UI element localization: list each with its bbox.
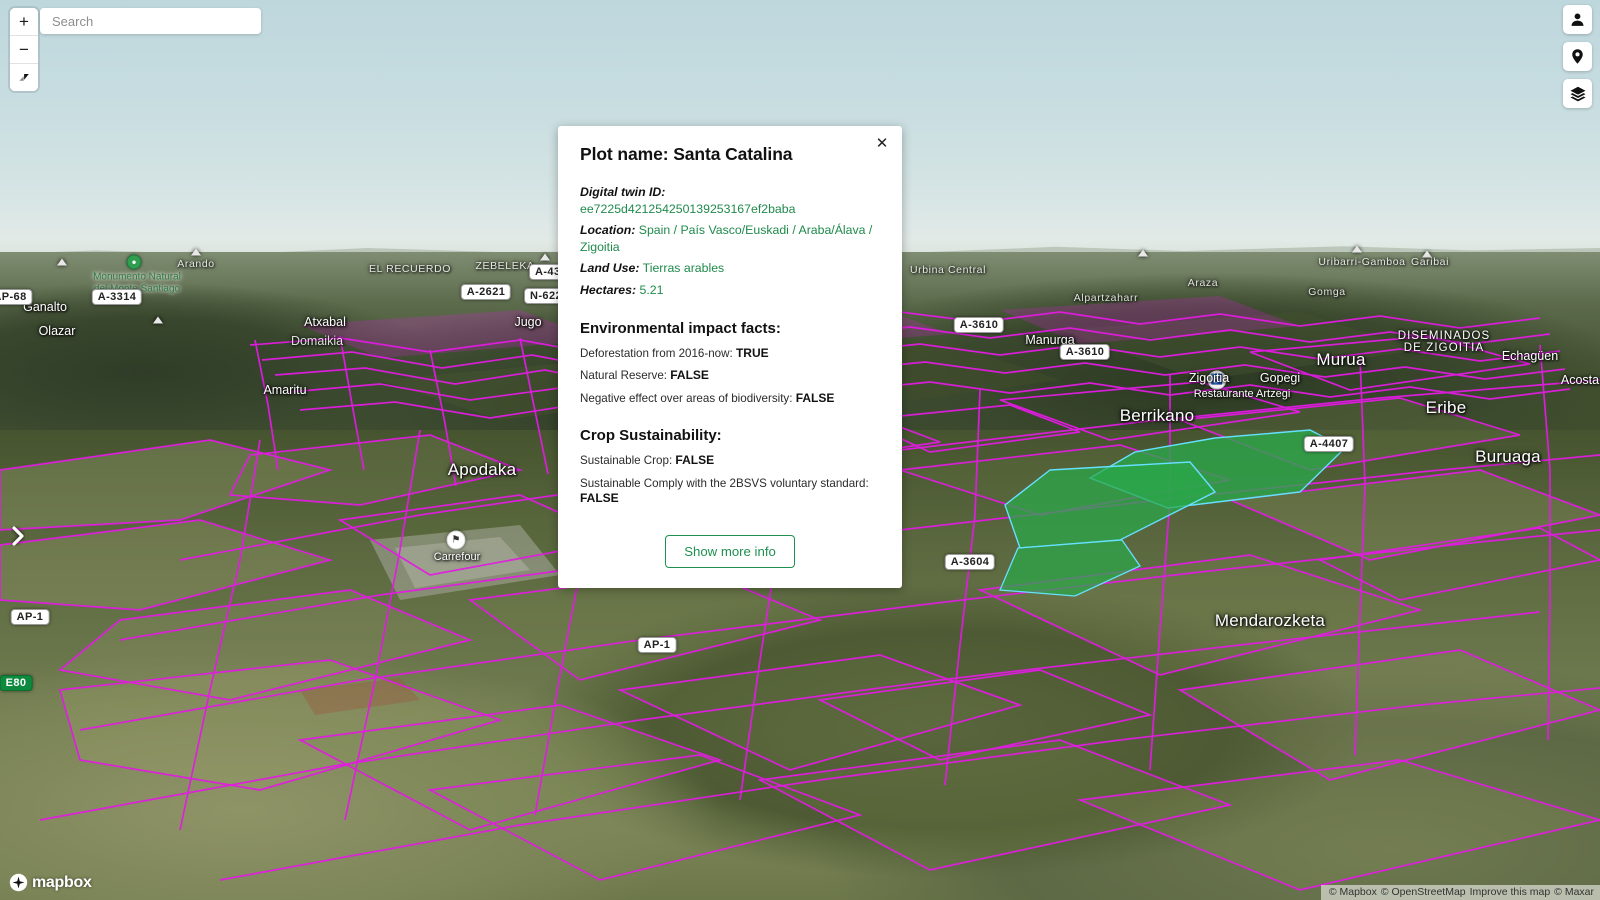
peak-icon [1422, 250, 1432, 258]
road-shield: A-2621 [460, 284, 512, 300]
close-icon[interactable]: ✕ [873, 134, 891, 152]
fact-sustainable-crop: Sustainable Crop: FALSE [580, 453, 880, 469]
fact-label: Deforestation from 2016-now: [580, 346, 733, 360]
fact-label: Sustainable Crop: [580, 454, 673, 468]
road-shield: A-4407 [1303, 436, 1355, 452]
fact-value: FALSE [580, 491, 619, 505]
mapbox-wordmark: mapbox [32, 873, 92, 891]
attribution-mapbox[interactable]: © Mapbox [1329, 886, 1377, 898]
compass-icon [18, 73, 29, 81]
zoom-in-button[interactable]: + [10, 8, 38, 36]
fact-2bsvs-standard: Sustainable Comply with the 2BSVS volunt… [580, 476, 880, 507]
user-icon [1571, 13, 1584, 26]
zoom-control-group: + − [10, 8, 38, 91]
chevron-right-icon [12, 526, 24, 546]
shop-poi-icon[interactable]: ⚑ [446, 530, 466, 550]
fact-label: Sustainable Comply with the 2BSVS volunt… [580, 476, 869, 490]
map-tool-group [1563, 5, 1592, 108]
field-label: Hectares: [580, 282, 637, 297]
popup-action-row: Show more info [580, 534, 880, 568]
fact-value: TRUE [735, 345, 769, 360]
field-value: 5.21 [639, 282, 664, 297]
minus-icon: − [19, 40, 29, 59]
field-digital-twin-id: Digital twin ID: ee7225d4212542501392531… [580, 184, 880, 217]
fact-label: Negative effect over areas of biodiversi… [580, 391, 793, 405]
restaurant-poi-icon[interactable]: ♿ [1207, 370, 1227, 390]
fact-value: FALSE [670, 368, 709, 383]
layers-button[interactable] [1563, 79, 1592, 108]
attribution-maxar[interactable]: © Maxar [1554, 886, 1594, 898]
zoom-out-button[interactable]: − [10, 36, 38, 64]
peak-icon [540, 253, 550, 261]
field-location: Location: Spain / País Vasco/Euskadi / A… [580, 222, 880, 255]
mapbox-logo[interactable]: mapbox [9, 873, 92, 892]
plot-info-popup: ✕ Plot name: Santa Catalina Digital twin… [558, 126, 902, 588]
field-label: Digital twin ID: [580, 185, 666, 199]
road-shield: AP-1 [637, 637, 677, 653]
location-pin-button[interactable] [1563, 42, 1592, 71]
fact-deforestation: Deforestation from 2016-now: TRUE [580, 346, 880, 362]
crop-sustainability-heading: Crop Sustainability: [580, 427, 722, 445]
fact-label: Natural Reserve: [580, 369, 667, 383]
plus-icon: + [19, 12, 29, 31]
popup-title: Plot name: Santa Catalina [580, 144, 793, 164]
fact-value: FALSE [675, 453, 715, 468]
location-pin-icon [1572, 49, 1583, 64]
peak-icon [191, 248, 201, 256]
side-panel-toggle-button[interactable] [8, 523, 28, 549]
layers-icon [1570, 86, 1585, 101]
field-label: Location: [580, 223, 636, 238]
compass-reset-bearing-button[interactable] [10, 64, 38, 91]
road-shield: AP-68 [0, 289, 33, 305]
show-more-info-button[interactable]: Show more info [665, 534, 795, 568]
peak-icon [57, 258, 67, 266]
map-application: ● ⚑ ♿ Ganalto Olazar Arando Monumento Natur… [0, 0, 1600, 900]
road-shield: A-3610 [1059, 344, 1111, 360]
field-value: ee7225d421254250139253167ef2baba [580, 201, 796, 216]
mapbox-logo-icon [9, 873, 28, 892]
peak-icon [1138, 249, 1148, 257]
fact-biodiversity: Negative effect over areas of biodiversi… [580, 391, 880, 407]
road-shield: AP-1 [10, 609, 50, 625]
field-land-use: Land Use: Tierras arables [580, 260, 880, 277]
road-shield: A-3314 [91, 289, 143, 305]
attribution-bar: © Mapbox © OpenStreetMap Improve this map ©… [1320, 885, 1600, 900]
attribution-improve-map[interactable]: Improve this map [1470, 886, 1551, 898]
search-input[interactable] [40, 8, 261, 34]
park-marker-icon[interactable]: ● [126, 254, 142, 270]
field-hectares: Hectares: 5.21 [580, 282, 880, 299]
user-account-button[interactable] [1563, 5, 1592, 34]
road-shield: A-3610 [953, 317, 1005, 333]
road-shield: A-3604 [944, 554, 996, 570]
road-shield: E80 [0, 675, 33, 691]
attribution-openstreetmap[interactable]: © OpenStreetMap [1381, 886, 1466, 898]
fact-value: FALSE [795, 390, 835, 405]
peak-icon [1352, 245, 1362, 253]
environmental-impact-heading: Environmental impact facts: [580, 319, 781, 337]
field-label: Land Use: [580, 261, 640, 276]
field-value: Tierras arables [642, 261, 725, 276]
peak-icon [153, 316, 163, 324]
fact-natural-reserve: Natural Reserve: FALSE [580, 368, 880, 384]
